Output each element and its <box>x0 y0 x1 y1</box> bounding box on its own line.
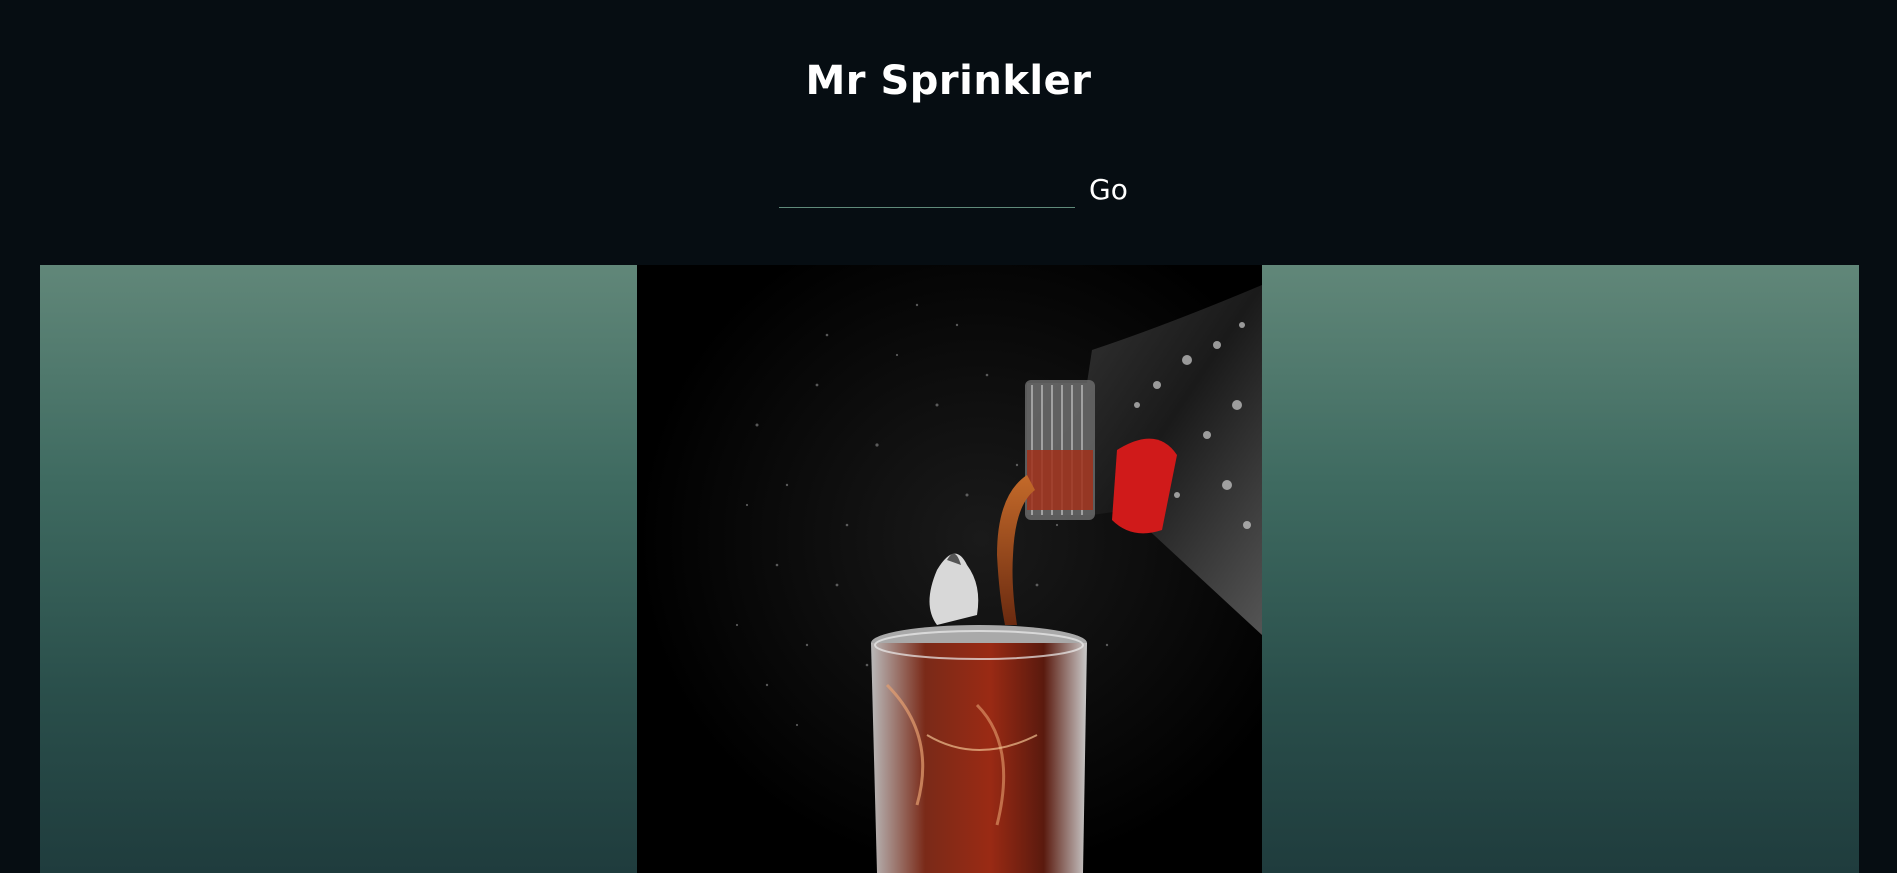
right-gradient-panel <box>1262 265 1859 873</box>
go-button[interactable]: Go <box>1085 176 1132 208</box>
site-title: Mr Sprinkler <box>805 58 1092 104</box>
soda-pouring-image <box>637 265 1262 873</box>
left-gradient-panel <box>40 265 637 873</box>
site-header: Mr Sprinkler Go <box>0 0 1897 265</box>
search-bar: Go <box>779 164 1132 208</box>
image-gallery <box>40 265 1859 873</box>
search-input[interactable] <box>779 168 1075 208</box>
